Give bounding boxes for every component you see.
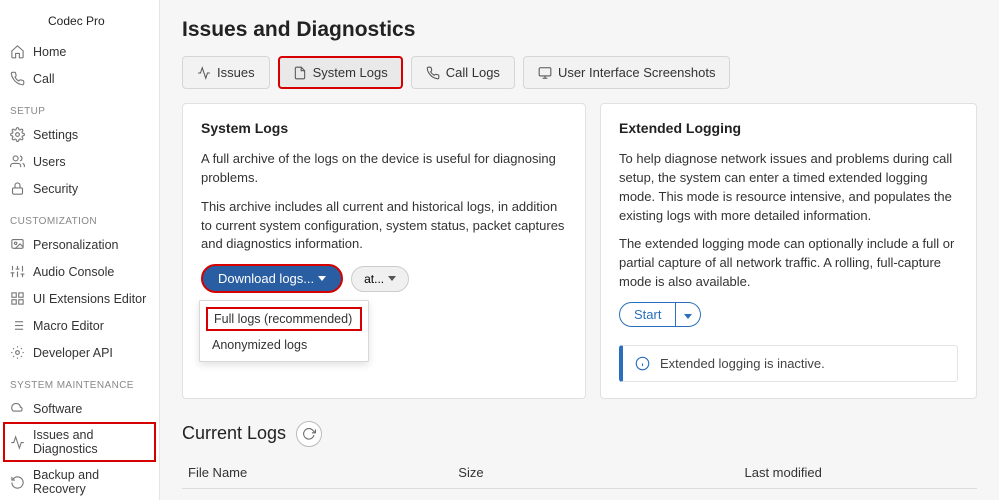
sidebar-item-label: Settings [33,128,78,142]
sidebar-section-setup: SETUP [0,92,159,121]
main-content: Issues and Diagnostics Issues System Log… [160,0,999,500]
dropdown-item-full-logs[interactable]: Full logs (recommended) [206,307,362,331]
tab-label: Call Logs [446,65,500,80]
tab-label: Issues [217,65,255,80]
log-size: 21 kB [452,488,738,500]
sidebar-item-macro-editor[interactable]: Macro Editor [0,312,159,339]
chevron-down-icon [684,314,692,319]
sidebar-item-call[interactable]: Call [0,65,159,92]
notice-banner: Extended logging is inactive. [619,345,958,382]
notice-text: Extended logging is inactive. [660,356,825,371]
phone-icon [426,66,440,80]
sidebar-item-label: Backup and Recovery [33,468,149,496]
refresh-button[interactable] [296,421,322,447]
sidebar-item-label: Call [33,72,55,86]
sidebar-item-users[interactable]: Users [0,148,159,175]
file-icon [293,66,307,80]
col-size: Size [452,457,738,489]
activity-icon [197,66,211,80]
dropdown-item-anonymized-logs[interactable]: Anonymized logs [200,333,368,357]
card-text: This archive includes all current and hi… [201,198,567,255]
grid-icon [10,291,25,306]
table-row: auth.log 21 kB [182,488,977,500]
extended-logging-card: Extended Logging To help diagnose networ… [600,103,977,399]
download-logs-button[interactable]: Download logs... [201,264,343,293]
sidebar-item-software[interactable]: Software [0,395,159,422]
code-icon [10,345,25,360]
sidebar-item-home[interactable]: Home [0,38,159,65]
current-logs-title: Current Logs [182,423,286,444]
start-dropdown-button[interactable] [676,302,701,327]
sidebar-item-settings[interactable]: Settings [0,121,159,148]
tab-ui-screenshots[interactable]: User Interface Screenshots [523,56,731,89]
sidebar-item-label: UI Extensions Editor [33,292,146,306]
page-title: Issues and Diagnostics [182,18,977,42]
chevron-down-icon [318,276,326,281]
info-icon [635,356,650,371]
list-icon [10,318,25,333]
sidebar-item-security[interactable]: Security [0,175,159,202]
sidebar-item-audio-console[interactable]: Audio Console [0,258,159,285]
home-icon [10,44,25,59]
sidebar-item-ui-extensions[interactable]: UI Extensions Editor [0,285,159,312]
sidebar-item-label: Users [33,155,66,169]
activity-icon [10,435,25,450]
rotate-icon [10,475,25,490]
refresh-icon [302,427,316,441]
current-logs-table: File Name Size Last modified auth.log 21… [182,457,977,500]
tab-call-logs[interactable]: Call Logs [411,56,515,89]
tab-issues[interactable]: Issues [182,56,270,89]
tab-label: System Logs [313,65,388,80]
sidebar-item-personalization[interactable]: Personalization [0,231,159,258]
card-text: A full archive of the logs on the device… [201,150,567,188]
sidebar-item-label: Personalization [33,238,118,252]
system-logs-card: System Logs A full archive of the logs o… [182,103,586,399]
sidebar: Codec Pro Home Call SETUP Settings Users… [0,0,160,500]
sidebar-item-label: Developer API [33,346,113,360]
sidebar-item-backup-recovery[interactable]: Backup and Recovery [0,462,159,502]
image-icon [10,237,25,252]
card-title: System Logs [201,120,567,136]
brand-label: Codec Pro [0,8,159,38]
secondary-button[interactable]: at... [351,266,409,292]
card-title: Extended Logging [619,120,958,136]
card-text: To help diagnose network issues and prob… [619,150,958,225]
gear-icon [10,127,25,142]
tab-system-logs[interactable]: System Logs [278,56,403,89]
sidebar-item-label: Software [33,402,82,416]
cloud-icon [10,401,25,416]
sidebar-section-customization: CUSTOMIZATION [0,202,159,231]
sidebar-item-label: Macro Editor [33,319,104,333]
sidebar-item-label: Security [33,182,78,196]
tabs: Issues System Logs Call Logs User Interf… [182,56,977,89]
sidebar-item-label: Home [33,45,66,59]
button-label: at... [364,272,384,286]
sliders-icon [10,264,25,279]
users-icon [10,154,25,169]
col-filename: File Name [182,457,452,489]
sidebar-item-developer-api[interactable]: Developer API [0,339,159,366]
tab-label: User Interface Screenshots [558,65,716,80]
monitor-icon [538,66,552,80]
card-text: The extended logging mode can optionally… [619,235,958,292]
log-modified [738,488,977,500]
download-dropdown: Full logs (recommended) Anonymized logs [199,300,369,362]
sidebar-item-label: Audio Console [33,265,114,279]
sidebar-item-issues-diagnostics[interactable]: Issues and Diagnostics [3,422,156,462]
chevron-down-icon [388,276,396,281]
sidebar-section-maintenance: SYSTEM MAINTENANCE [0,366,159,395]
lock-icon [10,181,25,196]
start-button[interactable]: Start [619,302,676,327]
button-label: Download logs... [218,271,314,286]
col-modified: Last modified [738,457,977,489]
sidebar-item-label: Issues and Diagnostics [33,428,149,456]
phone-icon [10,71,25,86]
